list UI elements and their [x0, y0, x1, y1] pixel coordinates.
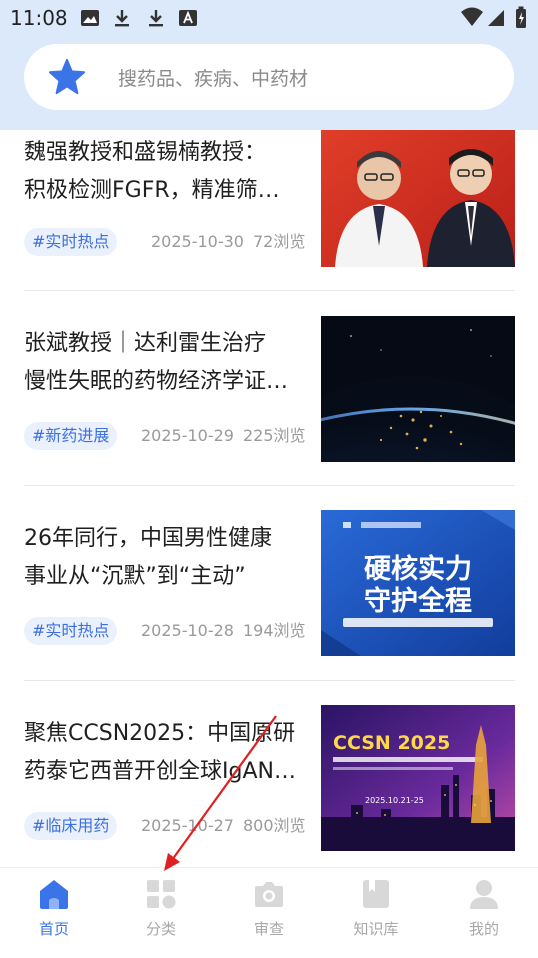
- nav-label: 知识库: [353, 920, 399, 938]
- nav-review[interactable]: 审查: [215, 876, 323, 946]
- article-thumbnail[interactable]: CCSN 2025 2025.10.21-25: [321, 705, 515, 851]
- article-title-line: 慢性失眠的药物经济学证…: [24, 369, 289, 394]
- view-count: 194浏览: [243, 621, 306, 640]
- article-date: 2025-10-27: [141, 816, 234, 835]
- search-bar[interactable]: 搜药品、疾病、中药材: [24, 44, 514, 110]
- topic-tag[interactable]: #实时热点: [24, 617, 118, 645]
- article-thumbnail[interactable]: [321, 316, 515, 462]
- download-icon: [115, 10, 129, 27]
- news-feed[interactable]: 魏强教授和盛锡楠教授： 积极检测FGFR，精准筛… #实时热点 2025-10-…: [0, 130, 538, 867]
- download-icon: [149, 10, 163, 27]
- article-title-line: 张斌教授｜达利雷生治疗: [24, 331, 267, 356]
- status-bar: 11:08: [0, 0, 538, 36]
- image-notification-icon: [81, 10, 99, 26]
- home-icon: [40, 880, 68, 909]
- divider: [24, 680, 515, 681]
- list-item[interactable]: 聚焦CCSN2025：中国原研 药泰它西普开创全球IgAN… #临床用药 202…: [0, 690, 538, 867]
- banner-title: CCSN 2025: [333, 732, 450, 754]
- list-item[interactable]: 魏强教授和盛锡楠教授： 积极检测FGFR，精准筛… #实时热点 2025-10-…: [0, 130, 538, 301]
- article-title[interactable]: 张斌教授｜达利雷生治疗 慢性失眠的药物经济学证…: [24, 325, 309, 401]
- banner-line-2: 守护全程: [364, 585, 472, 617]
- article-date: 2025-10-30: [151, 232, 244, 251]
- signal-icon: [488, 10, 504, 26]
- book-icon: [363, 880, 389, 908]
- article-title-line: 魏强教授和盛锡楠教授：: [24, 140, 267, 165]
- article-title[interactable]: 26年同行，中国男性健康 事业从“沉默”到“主动”: [24, 520, 309, 596]
- nav-label: 分类: [145, 920, 176, 938]
- doctors-photo: 魏 强 盛锡楠: [321, 130, 515, 267]
- article-title-line: 事业从“沉默”到“主动”: [24, 564, 246, 589]
- article-date: 2025-10-28: [141, 621, 234, 640]
- nav-label: 我的: [468, 920, 499, 938]
- banner-date: 2025.10.21-25: [365, 796, 424, 805]
- list-item[interactable]: 张斌教授｜达利雷生治疗 慢性失眠的药物经济学证… #新药进展 2025-10-2…: [0, 300, 538, 495]
- earth-at-night-image: [321, 316, 515, 462]
- nav-label: 首页: [38, 920, 69, 938]
- star-icon: [48, 58, 86, 95]
- list-item[interactable]: 26年同行，中国男性健康 事业从“沉默”到“主动” #实时热点 2025-10-…: [0, 495, 538, 690]
- divider: [24, 290, 515, 291]
- article-title-line: 26年同行，中国男性健康: [24, 526, 272, 551]
- conference-banner-image: CCSN 2025 2025.10.21-25: [321, 705, 515, 851]
- article-thumbnail[interactable]: 硬核实力 守护全程: [321, 510, 515, 656]
- banner-line-1: 硬核实力: [364, 553, 472, 585]
- status-time: 11:08: [10, 6, 68, 30]
- nav-label: 审查: [253, 920, 284, 938]
- article-title[interactable]: 魏强教授和盛锡楠教授： 积极检测FGFR，精准筛…: [24, 134, 309, 210]
- person-icon: [470, 880, 498, 909]
- battery-icon: [516, 6, 526, 28]
- article-title-line: 药泰它西普开创全球IgAN…: [24, 759, 296, 784]
- nav-home[interactable]: 首页: [0, 876, 108, 946]
- font-notification-icon: [179, 10, 197, 26]
- promo-banner-image: 硬核实力 守护全程: [321, 510, 515, 656]
- grid-icon: [147, 880, 176, 909]
- nav-profile[interactable]: 我的: [430, 876, 538, 946]
- article-title-line: 积极检测FGFR，精准筛…: [24, 178, 280, 203]
- topic-tag[interactable]: #临床用药: [24, 812, 118, 840]
- divider: [24, 485, 515, 486]
- nav-knowledge[interactable]: 知识库: [322, 876, 430, 946]
- bottom-nav: 首页 分类 审查 知识库 我的: [0, 867, 538, 958]
- wifi-icon: [461, 7, 483, 26]
- search-placeholder[interactable]: 搜药品、疾病、中药材: [118, 64, 308, 91]
- article-date: 2025-10-29: [141, 426, 234, 445]
- article-title[interactable]: 聚焦CCSN2025：中国原研 药泰它西普开创全球IgAN…: [24, 715, 309, 791]
- nav-category[interactable]: 分类: [107, 876, 215, 946]
- topic-tag[interactable]: #新药进展: [24, 422, 118, 450]
- view-count: 225浏览: [243, 426, 306, 445]
- topic-tag[interactable]: #实时热点: [24, 228, 118, 256]
- view-count: 72浏览: [253, 232, 306, 251]
- view-count: 800浏览: [243, 816, 306, 835]
- article-thumbnail[interactable]: 魏 强 盛锡楠: [321, 130, 515, 267]
- camera-icon: [255, 882, 283, 907]
- header: 11:08 搜药品、疾病、中药材: [0, 0, 538, 130]
- article-title-line: 聚焦CCSN2025：中国原研: [24, 721, 296, 746]
